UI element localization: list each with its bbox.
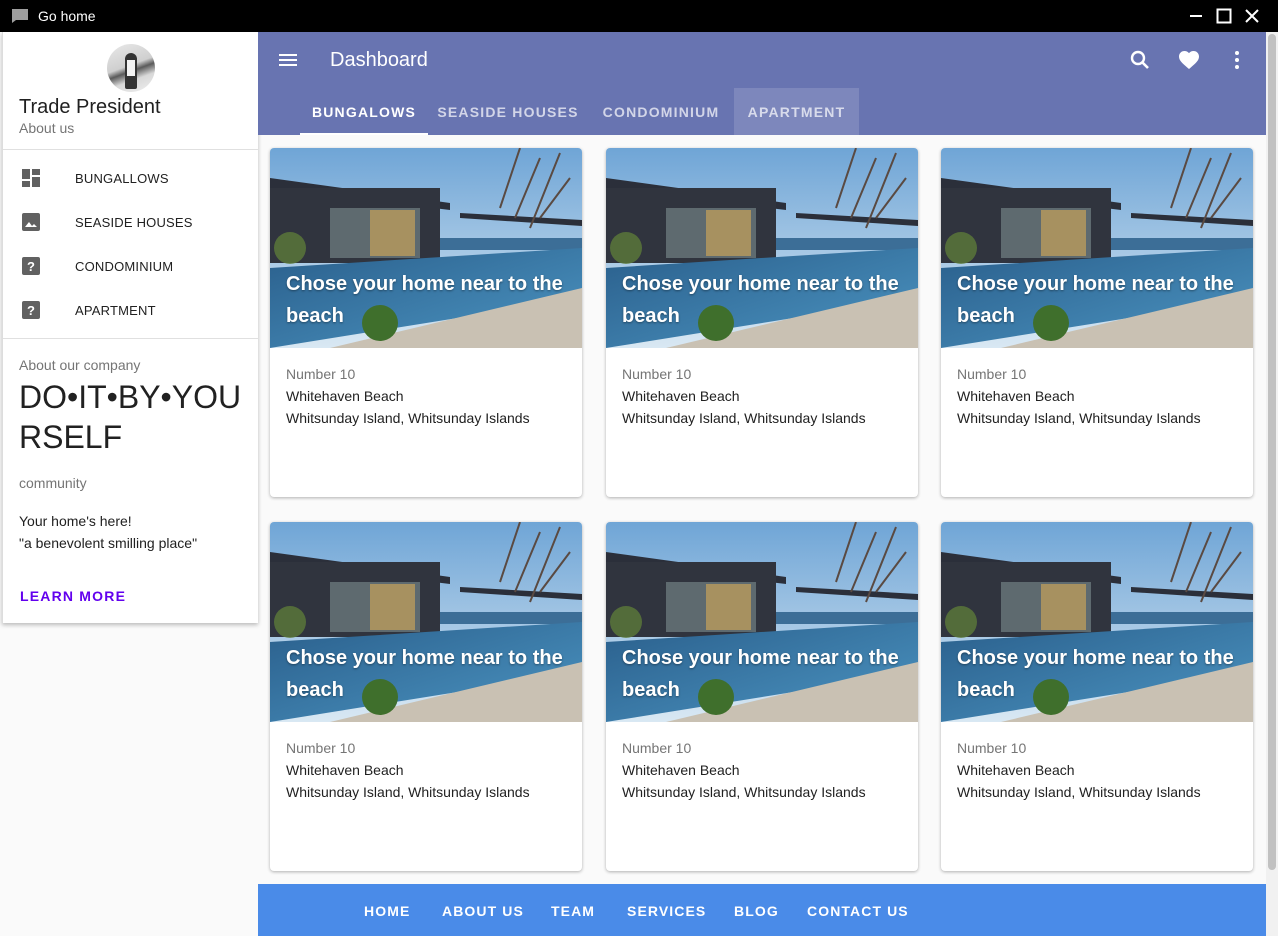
help-icon: ? — [22, 301, 40, 319]
sidebar-item-bungallows[interactable]: BUNGALLOWS — [3, 156, 259, 200]
card-region: Whitsunday Island, Whitsunday Islands — [286, 784, 530, 800]
card-region: Whitsunday Island, Whitsunday Islands — [286, 410, 530, 426]
footer-link-blog[interactable]: BLOG — [734, 903, 779, 919]
card-subtitle: Number 10 — [622, 740, 692, 756]
card-media[interactable]: Chose your home near to the beach — [270, 522, 582, 722]
card-subtitle: Number 10 — [622, 366, 692, 382]
nav-drawer: Trade President About us BUNGALLOWS SEAS… — [2, 32, 259, 623]
property-card[interactable]: Chose your home near to the beach Number… — [270, 148, 582, 497]
card-media-title: Chose your home near to the beach — [957, 273, 1234, 327]
about-text: Your home's here! — [19, 513, 132, 529]
card-subtitle: Number 10 — [286, 740, 356, 756]
avatar[interactable] — [107, 44, 155, 92]
card-media-title: Chose your home near to the beach — [286, 273, 563, 327]
favorite-icon[interactable] — [1177, 48, 1201, 72]
about-community: community — [19, 475, 87, 491]
card-media-title: Chose your home near to the beach — [957, 647, 1234, 701]
search-icon[interactable] — [1128, 48, 1152, 72]
footer-link-team[interactable]: TEAM — [551, 903, 595, 919]
card-media-title: Chose your home near to the beach — [286, 647, 563, 701]
card-location: Whitehaven Beach — [957, 762, 1075, 778]
footer-link-about-us[interactable]: ABOUT US — [442, 903, 524, 919]
footer-link-services[interactable]: SERVICES — [627, 903, 706, 919]
about-quote: "a benevolent smilling place" — [19, 535, 198, 551]
footer-link-contact-us[interactable]: CONTACT US — [807, 903, 909, 919]
card-subtitle: Number 10 — [286, 366, 356, 382]
menu-icon[interactable] — [276, 48, 300, 72]
card-region: Whitsunday Island, Whitsunday Islands — [957, 784, 1201, 800]
card-media-title: Chose your home near to the beach — [622, 273, 899, 327]
maximize-icon — [1216, 8, 1232, 24]
help-icon: ? — [22, 257, 40, 275]
close-button[interactable] — [1238, 0, 1266, 32]
svg-text:?: ? — [27, 303, 35, 318]
card-region: Whitsunday Island, Whitsunday Islands — [622, 410, 866, 426]
tab-condominium[interactable]: CONDOMINIUM — [588, 88, 734, 135]
page-title: Dashboard — [330, 49, 428, 71]
scrollbar[interactable] — [1266, 32, 1278, 936]
about-heading: About our company — [19, 357, 141, 373]
svg-text:?: ? — [27, 259, 35, 274]
card-location: Whitehaven Beach — [622, 388, 740, 404]
property-card[interactable]: Chose your home near to the beach Number… — [606, 148, 918, 497]
card-region: Whitsunday Island, Whitsunday Islands — [622, 784, 866, 800]
card-media[interactable]: Chose your home near to the beach — [941, 148, 1253, 348]
minimize-icon — [1190, 15, 1202, 17]
brand-subtitle: About us — [19, 120, 75, 136]
card-media[interactable]: Chose your home near to the beach — [606, 148, 918, 348]
card-location: Whitehaven Beach — [622, 762, 740, 778]
drawer-divider — [3, 338, 259, 339]
scrollbar-thumb[interactable] — [1268, 34, 1276, 870]
card-media[interactable]: Chose your home near to the beach — [941, 522, 1253, 722]
window-titlebar: Go home — [0, 0, 1278, 32]
sidebar-item-label: SEASIDE HOUSES — [75, 214, 193, 230]
sidebar-item-label: CONDOMINIUM — [75, 258, 174, 274]
tab-bungalows[interactable]: BUNGALOWS — [300, 88, 428, 135]
window-title: Go home — [38, 8, 96, 24]
minimize-button[interactable] — [1182, 0, 1210, 32]
sidebar-item-seaside-houses[interactable]: SEASIDE HOUSES — [3, 200, 259, 244]
card-subtitle: Number 10 — [957, 740, 1027, 756]
sidebar-item-label: BUNGALLOWS — [75, 170, 169, 186]
footer: HOME ABOUT US TEAM SERVICES BLOG CONTACT… — [258, 884, 1266, 936]
more-vert-icon[interactable] — [1225, 48, 1249, 72]
property-card[interactable]: Chose your home near to the beach Number… — [941, 148, 1253, 497]
card-region: Whitsunday Island, Whitsunday Islands — [957, 410, 1201, 426]
chat-icon — [12, 9, 28, 23]
maximize-button[interactable] — [1210, 0, 1238, 32]
dashboard-icon — [22, 169, 40, 187]
about-title: DO•IT•BY•YOURSELF — [19, 379, 242, 455]
top-app-bar: Dashboard BUNGALOWS SEASIDE HOUSES CONDO… — [258, 32, 1266, 135]
close-icon — [1245, 9, 1259, 23]
sidebar-item-condominium[interactable]: ? CONDOMINIUM — [3, 244, 259, 288]
drawer-divider — [3, 149, 259, 150]
card-media[interactable]: Chose your home near to the beach — [606, 522, 918, 722]
card-location: Whitehaven Beach — [957, 388, 1075, 404]
image-icon — [22, 213, 40, 231]
sidebar-item-apartment[interactable]: ? APARTMENT — [3, 288, 259, 332]
card-location: Whitehaven Beach — [286, 762, 404, 778]
card-subtitle: Number 10 — [957, 366, 1027, 382]
property-card[interactable]: Chose your home near to the beach Number… — [606, 522, 918, 871]
sidebar-item-label: APARTMENT — [75, 302, 156, 318]
tab-seaside-houses[interactable]: SEASIDE HOUSES — [428, 88, 588, 135]
footer-link-home[interactable]: HOME — [364, 903, 410, 919]
card-location: Whitehaven Beach — [286, 388, 404, 404]
tab-apartment[interactable]: APARTMENT — [734, 88, 859, 135]
brand-name: Trade President — [19, 96, 161, 118]
property-card[interactable]: Chose your home near to the beach Number… — [941, 522, 1253, 871]
card-media[interactable]: Chose your home near to the beach — [270, 148, 582, 348]
property-card[interactable]: Chose your home near to the beach Number… — [270, 522, 582, 871]
card-media-title: Chose your home near to the beach — [622, 647, 899, 701]
learn-more-button[interactable]: LEARN MORE — [20, 588, 126, 604]
